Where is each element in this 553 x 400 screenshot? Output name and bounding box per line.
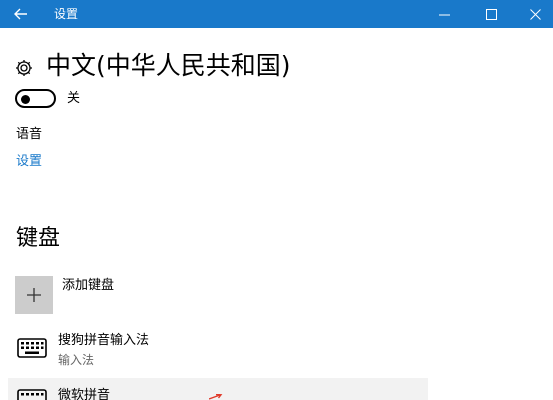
toggle-knob — [21, 94, 30, 104]
window-title: 设置 — [54, 7, 79, 21]
speech-label: 语音 — [16, 127, 43, 142]
maximize-icon[interactable] — [481, 4, 501, 24]
keyboard-section-title: 键盘 — [16, 226, 61, 251]
title-bar: 设置 — [0, 0, 553, 28]
keyboard-item-sogou[interactable]: 搜狗拼音输入法 — [58, 333, 149, 349]
plus-icon — [27, 288, 41, 302]
toggle-state-label: 关 — [67, 91, 81, 106]
close-icon[interactable] — [525, 4, 545, 24]
language-toggle[interactable] — [15, 89, 56, 108]
add-keyboard-button[interactable] — [15, 276, 53, 314]
page-title: 中文(中华人民共和国) — [46, 51, 291, 80]
back-arrow-icon[interactable] — [10, 3, 32, 25]
gear-icon — [16, 60, 32, 76]
speech-settings-link[interactable]: 设置 — [16, 154, 42, 170]
minimize-icon[interactable] — [434, 4, 454, 24]
red-arrow-icon — [209, 394, 223, 400]
keyboard-item-microsoft-pinyin[interactable]: 微软拼音 — [58, 388, 110, 400]
add-keyboard-label[interactable]: 添加键盘 — [62, 278, 114, 294]
keyboard-item-sogou-type: 输入法 — [58, 353, 95, 367]
keyboard-icon — [17, 389, 47, 400]
keyboard-icon — [17, 338, 47, 358]
